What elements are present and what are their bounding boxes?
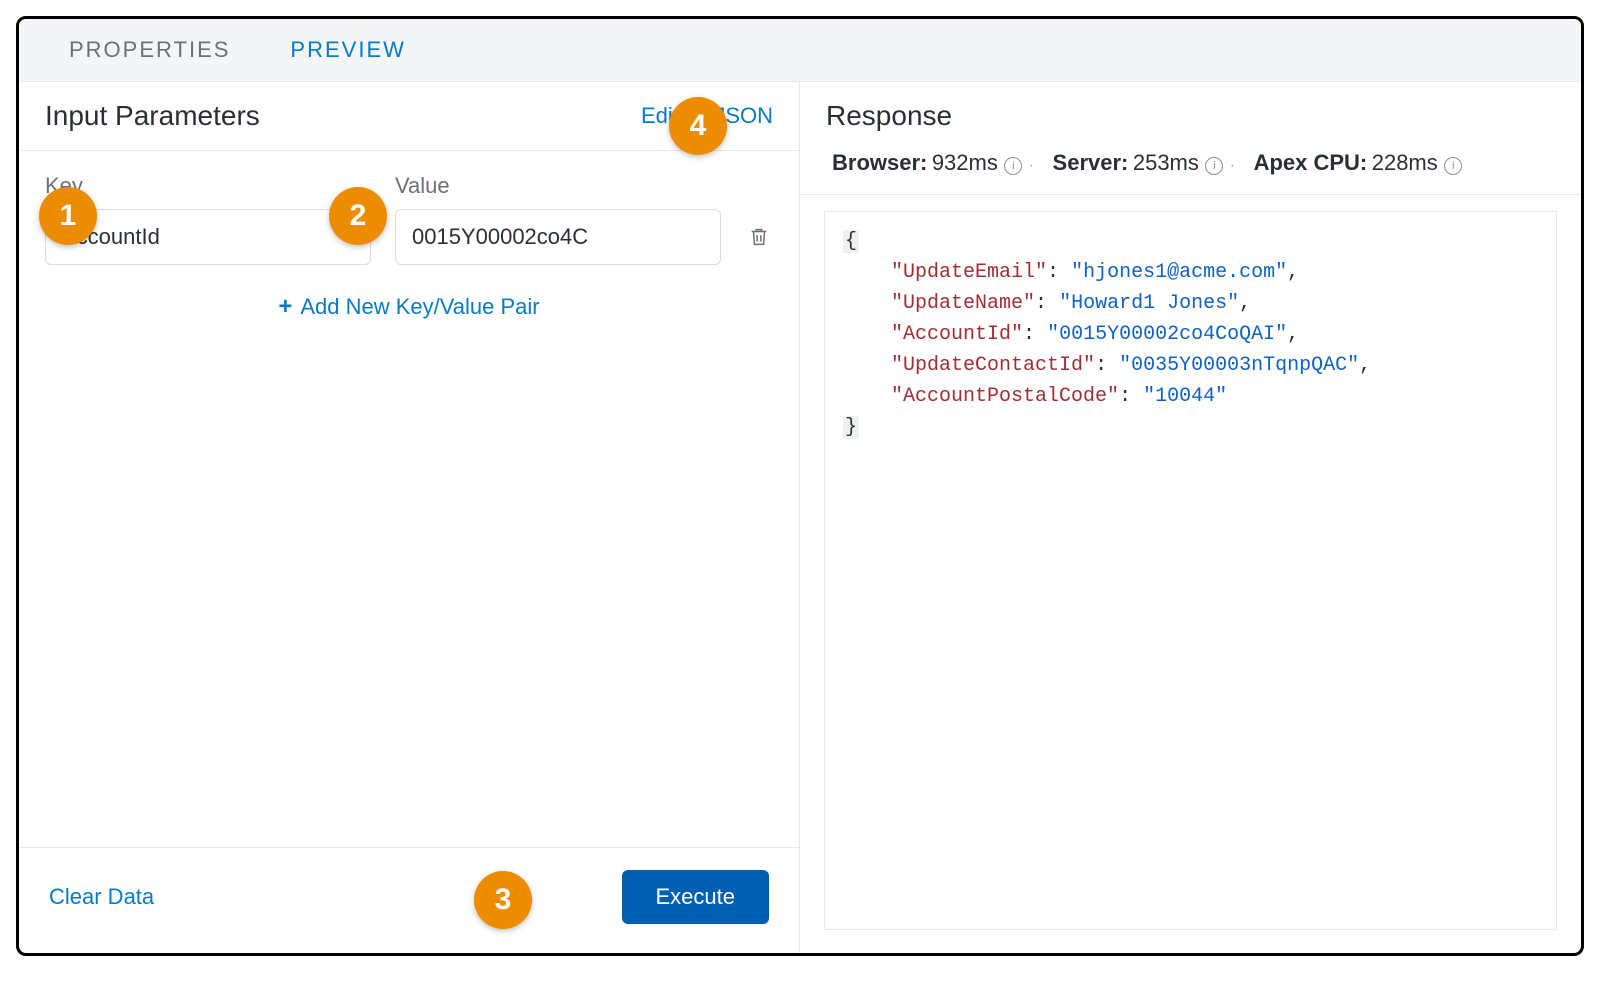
tab-preview[interactable]: PREVIEW xyxy=(260,19,435,81)
info-icon[interactable]: i xyxy=(1004,157,1022,175)
kv-area: Key Value + Add New Key/Value Pair xyxy=(19,151,799,847)
apex-value: 228ms xyxy=(1372,150,1438,175)
metric-separator: · xyxy=(1029,157,1034,174)
callout-4: 4 xyxy=(669,97,727,155)
browser-label: Browser: xyxy=(832,150,927,175)
value-input[interactable] xyxy=(395,209,721,265)
info-icon[interactable]: i xyxy=(1444,157,1462,175)
content-split: Input Parameters Edit as JSON Key Value xyxy=(19,82,1581,954)
value-column-label: Value xyxy=(395,173,721,199)
tab-bar: PROPERTIES PREVIEW xyxy=(19,19,1581,82)
trash-icon xyxy=(748,225,770,249)
response-header: Response Browser: 932ms i · Server: 253m… xyxy=(800,82,1581,195)
kv-row xyxy=(45,209,773,265)
metric-separator: · xyxy=(1230,157,1235,174)
server-value: 253ms xyxy=(1133,150,1199,175)
app-frame: 1 2 3 4 PROPERTIES PREVIEW Input Paramet… xyxy=(16,16,1584,956)
clear-data-link[interactable]: Clear Data xyxy=(49,884,154,910)
execute-button[interactable]: Execute xyxy=(622,870,770,924)
response-title: Response xyxy=(826,100,952,132)
response-json[interactable]: { "UpdateEmail": "hjones1@acme.com", "Up… xyxy=(824,211,1557,930)
plus-icon: + xyxy=(278,293,292,321)
callout-2: 2 xyxy=(329,187,387,245)
apex-label: Apex CPU: xyxy=(1254,150,1368,175)
add-kv-pair-button[interactable]: + Add New Key/Value Pair xyxy=(278,293,539,321)
right-panel: Response Browser: 932ms i · Server: 253m… xyxy=(800,82,1581,954)
add-kv-pair-label: Add New Key/Value Pair xyxy=(300,294,539,320)
callout-3: 3 xyxy=(474,871,532,929)
key-column-label: Key xyxy=(45,173,371,199)
info-icon[interactable]: i xyxy=(1205,157,1223,175)
left-footer: Clear Data Execute xyxy=(19,847,799,954)
left-panel: Input Parameters Edit as JSON Key Value xyxy=(19,82,800,954)
browser-value: 932ms xyxy=(932,150,998,175)
callout-1: 1 xyxy=(39,187,97,245)
tab-properties[interactable]: PROPERTIES xyxy=(39,19,260,81)
delete-row-button[interactable] xyxy=(745,225,773,249)
input-params-title: Input Parameters xyxy=(45,100,260,132)
server-label: Server: xyxy=(1053,150,1129,175)
